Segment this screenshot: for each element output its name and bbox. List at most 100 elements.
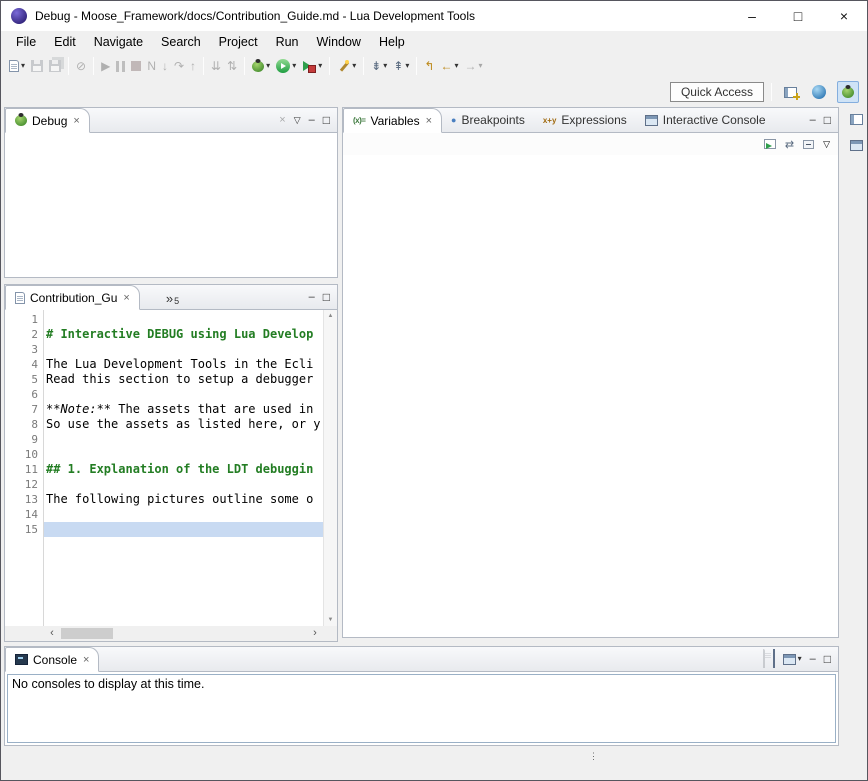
suspend-button[interactable] xyxy=(113,54,128,78)
last-edit-location-button[interactable]: ↰ xyxy=(421,54,437,78)
console-maximize-button[interactable]: □ xyxy=(824,653,831,665)
previous-annotation-button[interactable]: ⇞ ▾ xyxy=(390,54,412,78)
new-wizard-dropdown-icon[interactable]: ▾ xyxy=(21,62,25,70)
open-task-dropdown-icon[interactable]: ▾ xyxy=(352,62,356,70)
horizontal-sash-console[interactable] xyxy=(4,642,839,646)
tab-variables[interactable]: (x)= Variables × xyxy=(343,108,442,133)
scroll-left-icon[interactable]: ‹ xyxy=(45,626,59,641)
menu-help[interactable]: Help xyxy=(370,32,414,52)
menu-search[interactable]: Search xyxy=(152,32,210,52)
minimized-view-restore-button[interactable] xyxy=(846,109,866,129)
step-return-button[interactable]: ↑ xyxy=(187,54,199,78)
back-button[interactable]: ← ▾ xyxy=(437,54,461,78)
new-wizard-button[interactable]: ▾ xyxy=(6,54,28,78)
debug-view-maximize-button[interactable]: □ xyxy=(323,114,330,126)
next-annotation-button[interactable]: ⇟ ▾ xyxy=(368,54,390,78)
external-tools-button[interactable]: ▾ xyxy=(299,54,325,78)
editor-line[interactable]: **Note:** The assets that are used in xyxy=(44,402,323,417)
editor-vertical-scrollbar[interactable]: ▲ ▼ xyxy=(323,310,337,626)
scroll-right-icon[interactable]: › xyxy=(308,626,322,641)
annotation-ruler[interactable] xyxy=(5,310,18,626)
editor-minimize-button[interactable]: – xyxy=(309,292,315,303)
drop-to-frame-button[interactable]: ⇊ xyxy=(208,54,224,78)
minimized-view-restore-button-2[interactable] xyxy=(846,135,866,155)
editor-line[interactable] xyxy=(44,432,323,447)
window-minimize-button[interactable]: – xyxy=(729,1,775,31)
scrollbar-track[interactable] xyxy=(59,626,308,641)
run-launch-button[interactable]: ▾ xyxy=(273,54,299,78)
console-minimize-button[interactable]: – xyxy=(810,654,816,665)
step-into-button[interactable]: ↓ xyxy=(159,54,171,78)
show-logical-structure-icon[interactable]: ⇄ xyxy=(785,138,794,151)
menu-window[interactable]: Window xyxy=(308,32,370,52)
editor-line[interactable] xyxy=(44,447,323,462)
window-close-button[interactable]: × xyxy=(821,1,867,31)
tab-interactive-console[interactable]: Interactive Console xyxy=(636,108,775,132)
debug-view-menu-icon[interactable]: ▽ xyxy=(294,116,301,125)
external-tools-dropdown-icon[interactable]: ▾ xyxy=(318,62,322,70)
open-task-button[interactable]: ▾ xyxy=(334,54,359,78)
next-annotation-dropdown-icon[interactable]: ▾ xyxy=(383,62,387,70)
menu-edit[interactable]: Edit xyxy=(45,32,85,52)
variables-minimize-button[interactable]: – xyxy=(810,115,816,126)
forward-dropdown-icon[interactable]: ▾ xyxy=(478,62,482,70)
menu-run[interactable]: Run xyxy=(267,32,308,52)
tab-contribution-guide-close-icon[interactable]: × xyxy=(123,292,129,304)
tab-breakpoints[interactable]: ● Breakpoints xyxy=(442,108,534,132)
skip-all-breakpoints-button[interactable]: ⊘ xyxy=(73,54,89,78)
editor-line[interactable] xyxy=(44,342,323,357)
scroll-up-icon[interactable]: ▲ xyxy=(324,313,337,319)
editor-current-line[interactable] xyxy=(44,522,323,537)
display-console-button[interactable] xyxy=(773,650,775,668)
horizontal-sash-debug-editor[interactable] xyxy=(4,278,338,284)
code-area[interactable]: # Interactive DEBUG using Lua Develop Th… xyxy=(44,310,323,626)
save-button[interactable] xyxy=(28,54,46,78)
editor-line[interactable]: # Interactive DEBUG using Lua Develop xyxy=(44,327,323,342)
editor-maximize-button[interactable]: □ xyxy=(323,291,330,303)
editor-line[interactable] xyxy=(44,312,323,327)
run-dropdown-icon[interactable]: ▾ xyxy=(292,62,296,70)
terminate-button[interactable] xyxy=(128,54,144,78)
resume-button[interactable]: ▶ xyxy=(98,54,113,78)
statusbar-splitter-handle[interactable]: ⋮ xyxy=(589,751,598,762)
editor-line[interactable] xyxy=(44,477,323,492)
debug-launch-button[interactable]: ▾ xyxy=(249,54,273,78)
menu-project[interactable]: Project xyxy=(210,32,267,52)
menu-navigate[interactable]: Navigate xyxy=(85,32,152,52)
collapse-all-icon[interactable] xyxy=(803,140,814,149)
tab-contribution-guide[interactable]: Contribution_Gu × xyxy=(5,285,140,310)
editor-horizontal-scrollbar[interactable]: ‹ › xyxy=(45,626,322,641)
open-perspective-button[interactable] xyxy=(779,81,801,103)
editor-line[interactable]: Read this section to setup a debugger xyxy=(44,372,323,387)
disconnect-button[interactable]: N xyxy=(144,54,159,78)
use-step-filters-button[interactable]: ⇅ xyxy=(224,54,240,78)
line-number-ruler[interactable]: 1 2 3 4 5 6 7 8 9 10 11 12 13 14 15 xyxy=(18,310,44,626)
variables-maximize-button[interactable]: □ xyxy=(824,114,831,126)
tab-variables-close-icon[interactable]: × xyxy=(426,115,432,127)
vertical-sash[interactable] xyxy=(338,107,342,638)
quick-access-field[interactable]: Quick Access xyxy=(670,82,764,102)
menu-file[interactable]: File xyxy=(7,32,45,52)
remove-terminated-icon[interactable]: × xyxy=(279,115,285,126)
forward-button[interactable]: → ▾ xyxy=(461,54,485,78)
editor-line[interactable] xyxy=(44,507,323,522)
debug-dropdown-icon[interactable]: ▾ xyxy=(266,62,270,70)
editor-line[interactable] xyxy=(44,387,323,402)
editor-line[interactable]: So use the assets as listed here, or y xyxy=(44,417,323,432)
save-all-button[interactable] xyxy=(46,54,64,78)
tab-debug-close-icon[interactable]: × xyxy=(73,115,79,127)
editor-line[interactable]: The Lua Development Tools in the Ecli xyxy=(44,357,323,372)
previous-annotation-dropdown-icon[interactable]: ▾ xyxy=(405,62,409,70)
editor-line[interactable]: The following pictures outline some o xyxy=(44,492,323,507)
back-dropdown-icon[interactable]: ▾ xyxy=(454,62,458,70)
show-type-names-icon[interactable] xyxy=(764,139,776,149)
step-over-button[interactable]: ↷ xyxy=(171,54,187,78)
tab-console[interactable]: Console × xyxy=(5,647,99,672)
window-maximize-button[interactable]: □ xyxy=(775,1,821,31)
debug-view-minimize-button[interactable]: – xyxy=(309,115,315,126)
pin-console-button[interactable] xyxy=(763,650,765,668)
tab-debug[interactable]: Debug × xyxy=(5,108,90,133)
variables-view-menu-icon[interactable]: ▽ xyxy=(823,140,830,149)
ldt-perspective-button[interactable] xyxy=(808,81,830,103)
open-console-button[interactable]: ▾ xyxy=(783,654,802,665)
